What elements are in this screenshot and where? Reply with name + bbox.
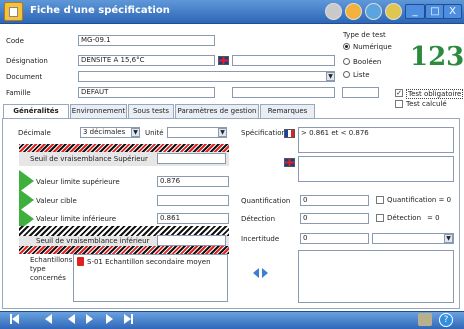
radio-booleen-label: Booléen: [353, 58, 382, 66]
tab-sous-tests[interactable]: Sous tests: [128, 104, 174, 118]
test-calcule-checkbox[interactable]: [395, 100, 403, 108]
famille-label: Famille: [6, 89, 31, 97]
fr-flag-icon[interactable]: [284, 129, 295, 138]
designation-field[interactable]: DENSITE A 15,6°C: [78, 55, 215, 66]
search-icon[interactable]: [345, 3, 362, 20]
document-icon: [4, 2, 23, 21]
detection-zero-checkbox[interactable]: [376, 214, 384, 222]
last-record-bar: [131, 314, 133, 324]
numeric-logo-icon: 123: [410, 42, 464, 72]
cible-field[interactable]: [157, 195, 229, 206]
incertitude-field[interactable]: 0: [300, 233, 369, 244]
help-icon[interactable]: ?: [439, 313, 453, 327]
seuil-sup-field[interactable]: [157, 153, 226, 164]
famille-field[interactable]: DEFAUT: [78, 87, 215, 98]
tab-parametres-gestion[interactable]: Paramètres de gestion: [175, 104, 259, 118]
settings-icon[interactable]: [325, 3, 342, 20]
code-field[interactable]: MG-09.1: [78, 35, 215, 46]
specification-fr-value: > 0.861 et < 0.876: [301, 129, 369, 137]
tab-generalites[interactable]: Généralités: [3, 104, 69, 119]
first-record-icon[interactable]: [12, 314, 19, 324]
designation-en-field[interactable]: [232, 55, 335, 66]
test-obligatoire-label: Test obligatoire: [406, 89, 464, 99]
incertitude-unit-select[interactable]: [372, 233, 454, 244]
close-button[interactable]: X: [443, 4, 462, 19]
quantification-label: Quantification: [241, 197, 291, 205]
chevron-down-icon[interactable]: ▼: [326, 72, 335, 81]
hatch-bar-bottom: [19, 246, 229, 254]
radio-liste[interactable]: [343, 71, 350, 78]
uk-flag-icon[interactable]: [284, 158, 295, 167]
specification-en-field[interactable]: [298, 156, 454, 182]
chevron-down-icon[interactable]: ▼: [218, 128, 227, 137]
maximize-button[interactable]: □: [425, 4, 445, 19]
sample-icon: [77, 257, 84, 266]
quantification-zero-checkbox[interactable]: [376, 196, 384, 204]
specification-label: Spécification: [241, 129, 286, 137]
next-page-icon[interactable]: [106, 314, 113, 324]
tab-remarques[interactable]: Remarques: [260, 104, 315, 118]
chevron-down-icon[interactable]: ▼: [131, 128, 140, 137]
test-calcule-label: Test calculé: [406, 100, 447, 108]
seuil-inf-label: Seuil de vraisemblance inférieur: [36, 237, 150, 245]
quantification-field[interactable]: 0: [300, 195, 369, 206]
seuil-sup-label: Seuil de vraisemblance Supérieur: [30, 155, 148, 163]
test-type-label: Type de test: [343, 31, 386, 39]
detection-zero-value: = 0: [427, 214, 440, 222]
tab-environnement[interactable]: Environnement: [70, 104, 127, 118]
echantillons-label: Echantillons type concernés: [30, 256, 73, 282]
quantification-zero-label: Quantification = 0: [387, 196, 452, 204]
designation-label: Désignation: [6, 57, 48, 65]
chevron-down-icon[interactable]: ▼: [444, 234, 453, 243]
print-icon[interactable]: [365, 3, 382, 20]
hatch-bar-top: [19, 144, 229, 152]
unite-label: Unité: [145, 129, 164, 137]
document-label: Document: [6, 73, 43, 81]
previous-page-icon[interactable]: [45, 314, 52, 324]
limite-inf-field[interactable]: 0.861: [157, 213, 229, 224]
radio-numerique[interactable]: [343, 43, 350, 50]
linked-items-list[interactable]: [298, 250, 454, 303]
tools-icon[interactable]: [385, 3, 402, 20]
arrow-right-icon[interactable]: [262, 268, 268, 278]
echantillon-item[interactable]: S-01 Echantillon secondaire moyen: [87, 258, 211, 266]
limite-sup-label: Valeur limite supérieure: [36, 178, 120, 186]
uk-flag-icon[interactable]: [218, 56, 229, 65]
minimize-button[interactable]: _: [405, 4, 425, 19]
last-record-icon[interactable]: [124, 314, 131, 324]
tools-icon[interactable]: [418, 313, 432, 326]
decimale-label: Décimale: [18, 129, 51, 137]
radio-numerique-label: Numérique: [353, 43, 392, 51]
famille-aux-field[interactable]: [232, 87, 335, 98]
famille-code-field[interactable]: [342, 87, 379, 98]
previous-record-icon[interactable]: [68, 314, 75, 324]
next-record-icon[interactable]: [86, 314, 93, 324]
detection-zero-label: Détection: [387, 214, 422, 222]
arrow-left-icon[interactable]: [253, 268, 259, 278]
test-obligatoire-checkbox[interactable]: ✓: [395, 89, 403, 97]
seuil-inf-field[interactable]: [157, 235, 226, 246]
limite-inf-label: Valeur limite inférieure: [36, 215, 117, 223]
document-select[interactable]: [78, 71, 335, 82]
radio-booleen[interactable]: [343, 58, 350, 65]
detection-label: Détection: [241, 215, 276, 223]
window-title: Fiche d'une spécification: [30, 5, 170, 16]
code-label: Code: [6, 37, 24, 45]
radio-liste-label: Liste: [353, 71, 370, 79]
cible-label: Valeur cible: [36, 197, 77, 205]
limite-sup-field[interactable]: 0.876: [157, 176, 229, 187]
detection-field[interactable]: 0: [300, 213, 369, 224]
incertitude-label: Incertitude: [241, 235, 280, 243]
